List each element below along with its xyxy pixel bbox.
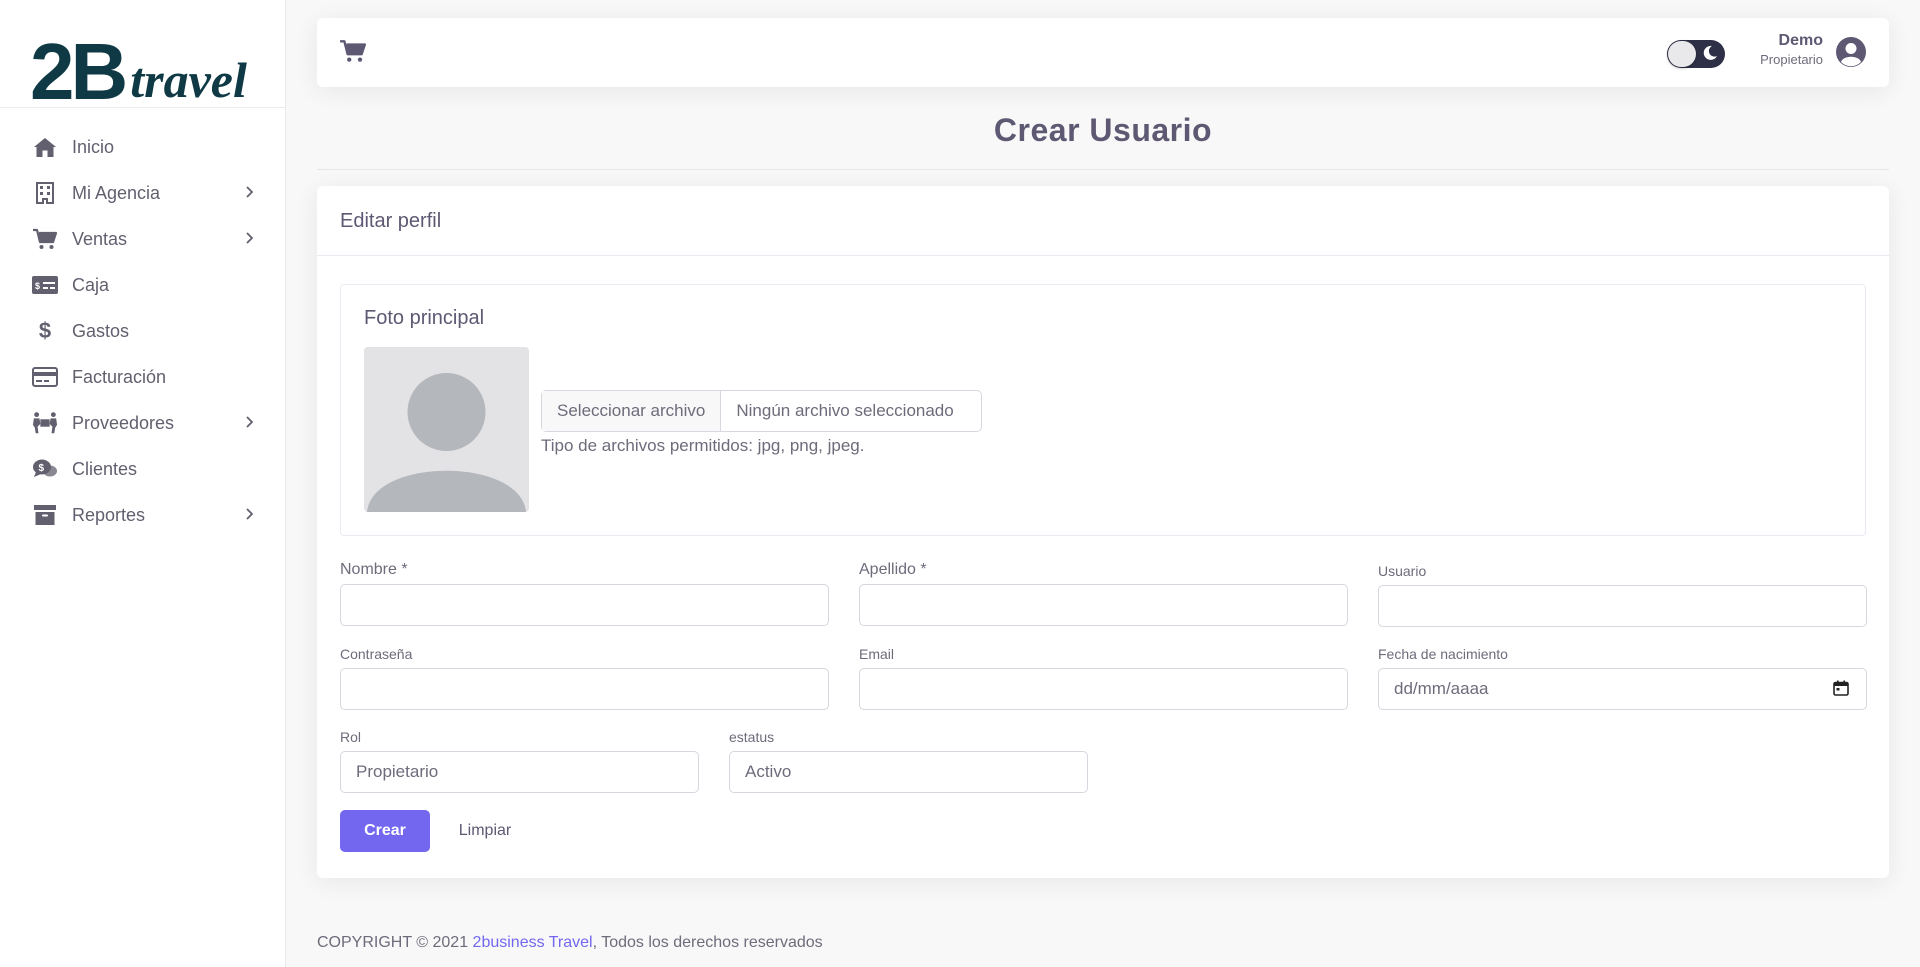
nombre-input[interactable] (340, 584, 829, 626)
usuario-field-group: Usuario (1378, 563, 1867, 627)
toggle-knob (1668, 41, 1696, 67)
file-types-help: Tipo de archivos permitidos: jpg, png, j… (541, 436, 865, 455)
apellido-label: Apellido * (859, 561, 927, 578)
nombre-field-group: Nombre * (340, 561, 829, 626)
user-info[interactable]: Demo Propietario (1760, 32, 1823, 67)
footer: COPYRIGHT © 2021 2business Travel, Todos… (317, 934, 823, 952)
divider (317, 169, 1889, 170)
chevron-right-icon (245, 185, 257, 201)
sidebar-item-label: Facturación (72, 366, 167, 387)
page-title: Crear Usuario (993, 112, 1213, 148)
sidebar-item-label: Mi Agencia (72, 182, 161, 203)
comments-dollar-icon: $ (32, 456, 58, 482)
file-upload-input[interactable]: Seleccionar archivo Ningún archivo selec… (541, 390, 982, 432)
file-status-text: Ningún archivo seleccionado (736, 401, 954, 420)
rol-select[interactable]: Propietario (340, 751, 699, 793)
photo-section: Foto principal Seleccionar archivo Ningú… (340, 284, 1866, 536)
cart-icon (32, 226, 58, 252)
apellido-input[interactable] (859, 584, 1348, 626)
money-check-icon: $ (32, 272, 58, 298)
photo-section-title: Foto principal (364, 307, 485, 329)
logo-main-text: 2B (30, 27, 128, 116)
sidebar-item-facturacion[interactable]: Facturación (0, 354, 285, 400)
email-label: Email (859, 646, 895, 662)
sidebar-item-gastos[interactable]: $ Gastos (0, 308, 285, 354)
email-field-group: Email (859, 646, 1348, 710)
sidebar-item-reportes[interactable]: Reportes (0, 492, 285, 538)
sidebar-item-ventas[interactable]: Ventas (0, 216, 285, 262)
choose-file-button[interactable]: Seleccionar archivo (542, 391, 722, 431)
sidebar-item-inicio[interactable]: Inicio (0, 124, 285, 170)
sidebar-item-label: Caja (72, 274, 110, 295)
top-navbar: Demo Propietario (317, 18, 1889, 87)
apellido-field-group: Apellido * (859, 561, 1348, 626)
rol-label: Rol (340, 729, 362, 745)
company-link[interactable]: 2business Travel (473, 934, 593, 951)
create-button[interactable]: Crear (340, 810, 430, 852)
sidebar-item-label: Clientes (72, 458, 138, 479)
copyright-text: COPYRIGHT © 2021 (317, 934, 473, 951)
nombre-label: Nombre * (340, 561, 408, 578)
sidebar-item-label: Proveedores (72, 412, 175, 433)
sidebar-item-caja[interactable]: $ Caja (0, 262, 285, 308)
sidebar-item-proveedores[interactable]: Proveedores (0, 400, 285, 446)
usuario-input[interactable] (1378, 585, 1867, 627)
usuario-label: Usuario (1378, 563, 1427, 579)
birthdate-input[interactable]: dd/mm/aaaa (1378, 668, 1867, 710)
fecha-label: Fecha de nacimiento (1378, 646, 1508, 662)
user-role: Propietario (1760, 52, 1823, 67)
fecha-field-group: Fecha de nacimiento dd/mm/aaaa (1378, 646, 1867, 710)
archive-icon (32, 502, 58, 528)
chevron-right-icon (245, 231, 257, 247)
user-name: Demo (1778, 32, 1823, 49)
moon-icon (1702, 45, 1718, 64)
cart-icon[interactable] (339, 38, 369, 66)
sidebar-item-clientes[interactable]: $ Clientes (0, 446, 285, 492)
estatus-field-group: estatus Activo (729, 729, 1088, 793)
card-title: Editar perfil (317, 186, 1889, 256)
brand-logo[interactable]: 2B travel (0, 0, 285, 116)
contrasena-field-group: Contraseña (340, 646, 829, 710)
logo-sub-text: travel (130, 52, 247, 108)
people-carry-icon (32, 410, 58, 436)
estatus-label: estatus (729, 729, 775, 745)
calendar-icon[interactable] (1833, 680, 1851, 698)
contrasena-label: Contraseña (340, 646, 413, 662)
sidebar-item-mi-agencia[interactable]: Mi Agencia (0, 170, 285, 216)
sidebar-menu: Inicio Mi Agencia Ventas $ Caja $ Gastos… (0, 108, 285, 538)
sidebar-item-label: Reportes (72, 504, 146, 525)
building-icon (32, 180, 58, 206)
email-input[interactable] (859, 668, 1348, 710)
chevron-right-icon (245, 507, 257, 523)
edit-profile-card: Editar perfil Foto principal Seleccionar… (317, 186, 1889, 878)
dark-mode-toggle[interactable] (1667, 40, 1725, 68)
sidebar-item-label: Gastos (72, 320, 130, 341)
clear-button[interactable]: Limpiar (445, 810, 525, 852)
avatar[interactable] (1835, 36, 1867, 68)
sidebar-item-label: Ventas (72, 228, 128, 249)
chevron-right-icon (245, 415, 257, 431)
svg-text:$: $ (35, 281, 40, 291)
dollar-icon: $ (38, 318, 52, 343)
home-icon (32, 134, 58, 160)
credit-card-icon (32, 364, 58, 390)
estatus-select[interactable]: Activo (729, 751, 1088, 793)
avatar-placeholder-image (364, 347, 529, 512)
rol-field-group: Rol Propietario (340, 729, 699, 793)
rights-text: , Todos los derechos reservados (592, 934, 823, 951)
date-placeholder: dd/mm/aaaa (1394, 679, 1489, 698)
password-input[interactable] (340, 668, 829, 710)
sidebar-item-label: Inicio (72, 136, 115, 157)
sidebar: 2B travel Inicio Mi Agencia Ventas $ Caj… (0, 0, 286, 967)
svg-text:$: $ (39, 463, 45, 474)
